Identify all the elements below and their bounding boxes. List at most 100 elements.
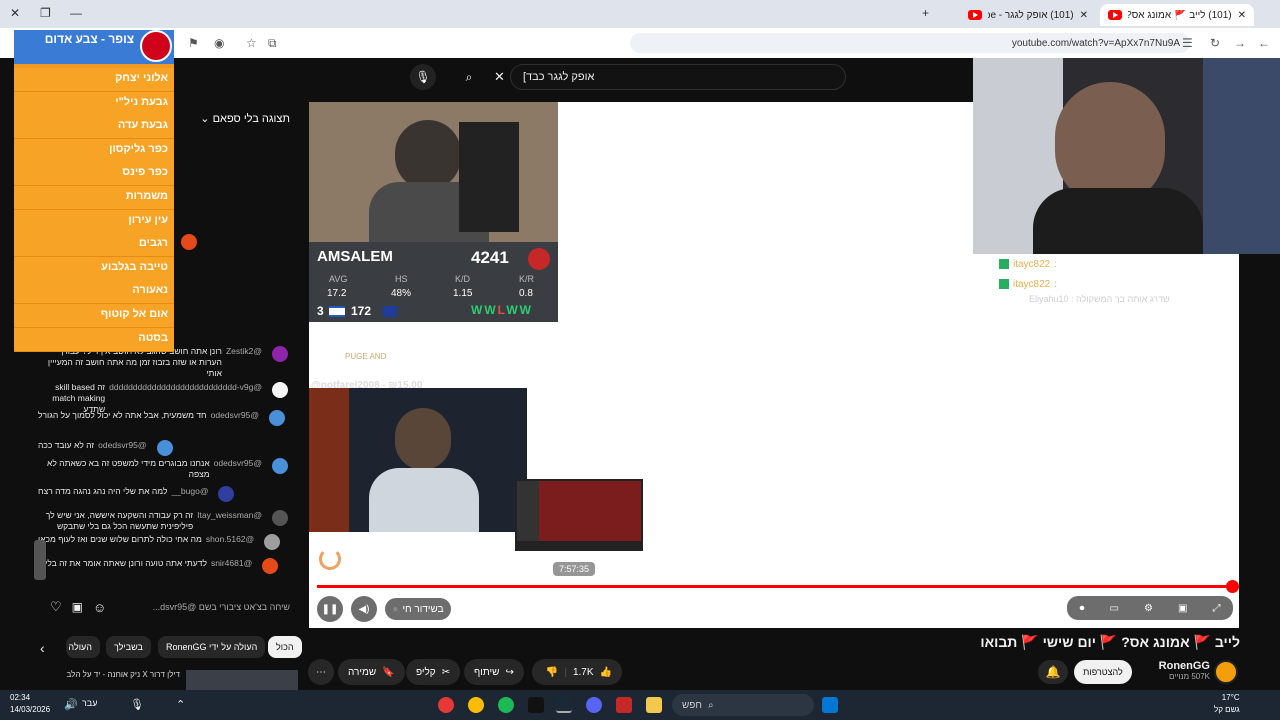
steam-icon[interactable] (556, 697, 572, 713)
chat-avatar[interactable] (268, 410, 285, 426)
taskbar-search[interactable]: ⌕ חפש (672, 694, 814, 716)
chip-scroll-left-icon[interactable]: ‹ (40, 640, 45, 656)
chat-avatar[interactable] (262, 558, 279, 574)
search-icon[interactable]: ⌕ (456, 64, 482, 90)
chat-scrollbar[interactable] (34, 540, 46, 580)
new-tab-icon[interactable]: + (922, 6, 929, 20)
dislike-icon[interactable]: 👎 (546, 667, 558, 678)
chat-author[interactable]: @snir4681 (211, 558, 252, 569)
tab-title: (101) אופק לגגר - YouTube (988, 9, 1074, 21)
chat-avatar[interactable] (156, 440, 173, 456)
settings-icon[interactable]: ⚙ (1144, 603, 1153, 614)
discord-icon[interactable] (586, 697, 602, 713)
restore-window-icon[interactable]: ❐ (40, 6, 51, 20)
microphone-icon[interactable]: 🎙 (130, 698, 144, 711)
tab-close-icon[interactable]: ✕ (1238, 10, 1246, 21)
language-indicator[interactable]: עבר (82, 698, 97, 708)
chat-author[interactable]: @odedsvr95 (214, 458, 262, 469)
chat-author[interactable]: @Itay_weissman (197, 510, 262, 521)
chat-avatar[interactable] (181, 234, 198, 250)
clear-search-icon[interactable]: ✕ (494, 69, 505, 85)
volume-icon[interactable]: 🔊 (64, 698, 78, 711)
chat-avatar[interactable] (272, 510, 288, 526)
voice-search-icon[interactable]: 🎙 (410, 64, 436, 90)
chat-author[interactable]: @shon.5162 (206, 534, 254, 545)
windows-taskbar: 02:34 14/03/2026 🔊 עבר 🎙 ⌃ ⌕ חפש 17°C גש… (0, 690, 1280, 720)
save-button[interactable]: 🔖 שמירה (338, 659, 405, 685)
chat-avatar[interactable] (264, 534, 281, 550)
heart-icon[interactable]: ♡ (50, 599, 62, 615)
alert-overlay-header: צופר - צבע אדום (14, 30, 174, 64)
tab-inactive[interactable]: ✕ (101) אופק לגגר - YouTube (960, 4, 1096, 26)
subtitles-icon[interactable]: ▭ (1110, 603, 1119, 614)
volume-button[interactable]: ◀) (351, 596, 377, 622)
chat-filter-dropdown[interactable]: תצוגה בלי ספאם ⌄ (200, 112, 290, 125)
tab-active[interactable]: ✕ (101) לייב 🚩 אמונג אס? 🚩 (1100, 4, 1254, 26)
tab-close-icon[interactable]: ✕ (1080, 10, 1088, 21)
chat-author[interactable]: @odedsvr95 (211, 410, 259, 421)
streamer-webcam (973, 58, 1280, 254)
more-actions-button[interactable]: ⋯ (308, 659, 334, 685)
chat-author[interactable]: @odedsvr95 (98, 440, 146, 451)
youtube-favicon-icon (1108, 10, 1122, 20)
like-count[interactable]: 1.7K (573, 667, 594, 678)
recommended-title[interactable]: דילן דרור X ניק אוחנה - יד על הלב (60, 670, 181, 679)
live-dot-icon: ● (392, 603, 399, 615)
clock[interactable]: 02:34 14/03/2026 (10, 692, 50, 716)
chat-text: זה לא עובד ככה (38, 440, 95, 450)
app-icon[interactable] (438, 697, 454, 713)
chevron-up-icon[interactable]: ⌃ (176, 698, 185, 711)
close-window-icon[interactable]: ✕ (10, 6, 20, 20)
chat-avatar[interactable] (218, 486, 235, 502)
chat-author[interactable]: @bugo__ (171, 486, 208, 497)
extension-icon[interactable]: ⚑ (188, 36, 199, 50)
seek-time-tooltip: 7:57:35 (553, 562, 596, 576)
progress-bar[interactable] (317, 585, 1233, 588)
clip-button[interactable]: ✂ קליפ (406, 659, 461, 685)
chip-related[interactable]: העולה (66, 636, 100, 658)
forward-icon[interactable]: ← (1258, 36, 1270, 50)
extension-icon[interactable]: ◉ (214, 36, 224, 50)
live-badge[interactable]: ● בשידור חי (385, 598, 451, 620)
chat-avatar[interactable] (272, 458, 288, 474)
super-chat-icon[interactable]: ▣ (72, 600, 83, 614)
chat-avatar[interactable] (272, 382, 288, 398)
share-button[interactable]: ↪ שיתוף (464, 659, 524, 685)
chip-channel[interactable]: העולה על ידי RonenGG (158, 636, 266, 658)
recommended-thumbnail[interactable] (186, 670, 298, 690)
like-icon[interactable]: 👍 (600, 667, 612, 678)
start-menu-icon[interactable] (822, 697, 838, 713)
chat-author[interactable]: @Zestik2 (226, 346, 262, 357)
chat-avatar[interactable] (272, 346, 288, 362)
chrome-icon[interactable] (468, 697, 484, 713)
app-icon[interactable] (616, 697, 632, 713)
chip-for-you[interactable]: בשבילך (106, 636, 151, 658)
progress-scrubber[interactable] (1226, 580, 1239, 593)
alert-location: נאעורה (132, 284, 168, 297)
theater-mode-icon[interactable]: ▣ (1178, 603, 1187, 614)
chip-all[interactable]: הכול (268, 636, 302, 658)
emoji-icon[interactable]: ☺ (93, 600, 106, 615)
channel-avatar[interactable] (1214, 660, 1238, 684)
minimize-window-icon[interactable]: — (70, 6, 82, 20)
spotify-icon[interactable] (498, 697, 514, 713)
subscribe-button[interactable]: להצטרפות (1074, 660, 1132, 684)
autoplay-toggle-icon[interactable]: ⏺ (1080, 603, 1085, 614)
notification-bell-button[interactable]: 🔔 (1038, 660, 1068, 684)
pause-button[interactable]: ❚❚ (317, 596, 343, 622)
site-info-icon[interactable]: ☰ (1182, 36, 1193, 50)
url-field[interactable]: youtube.com/watch?v=ApXx7n7Nu9A (630, 33, 1190, 53)
weather-widget[interactable]: 17°C גשם קל (1214, 692, 1240, 716)
reload-icon[interactable]: ↻ (1210, 36, 1220, 50)
file-explorer-icon[interactable] (646, 697, 662, 713)
fullscreen-icon[interactable]: ⤢ (1212, 603, 1220, 614)
install-app-icon[interactable]: ⧉ (268, 36, 277, 51)
channel-name[interactable]: RonenGG (1140, 660, 1210, 672)
search-input[interactable]: אופק לגגר כבד] (510, 64, 846, 90)
back-icon[interactable]: → (1234, 36, 1246, 50)
chat-author[interactable]: @ddddddddddddddddddddddddddd-v9g (109, 382, 262, 393)
app-icon[interactable] (528, 697, 544, 713)
bookmark-star-icon[interactable]: ☆ (246, 36, 257, 50)
pause-icon: ❚❚ (321, 603, 339, 615)
chat-input[interactable]: שיחה בצ'אט ציבורי בשם @dsvr95... (116, 602, 290, 612)
